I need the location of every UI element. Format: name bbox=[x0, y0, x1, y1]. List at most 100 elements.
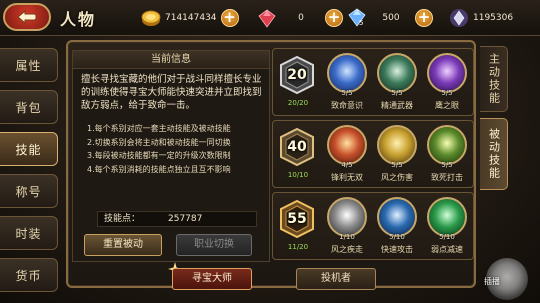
skill-tier-row: 40 10/10 4/5 锋利无双 5/5 风之伤害 5/5 致死打击 bbox=[272, 120, 474, 188]
tier-level: 55 bbox=[287, 211, 307, 227]
skill-name: 锋利无双 bbox=[331, 173, 363, 182]
skill-slot[interactable]: 5/5 精通武器 bbox=[373, 53, 421, 113]
skill-count: 5/10 bbox=[439, 233, 455, 241]
tier-level-wrap: 55 bbox=[277, 199, 317, 239]
blue-diamond-icon bbox=[348, 8, 366, 27]
sidebar-item-label: 货币 bbox=[15, 268, 42, 283]
skill-slot[interactable]: 5/10 弱点减速 bbox=[423, 197, 471, 257]
green-swirl-icon bbox=[427, 197, 467, 237]
gold-strike-icon bbox=[427, 125, 467, 165]
skill-slot[interactable]: 1/10 风之疾走 bbox=[323, 197, 371, 257]
top-bar: 人物 714147434 + 0 + 5 500 + 1195306 bbox=[0, 0, 540, 36]
diamond-badge: 5 bbox=[359, 19, 364, 27]
tier-progress: 11/20 bbox=[287, 243, 309, 251]
sidebar-item-attributes[interactable]: 属性 bbox=[0, 48, 58, 82]
wind-helmet-icon bbox=[377, 125, 417, 165]
gem-value: 0 bbox=[298, 13, 304, 23]
skill-name: 鹰之眼 bbox=[435, 101, 459, 110]
gem-resource: 0 + bbox=[256, 7, 343, 29]
sidebar-item-label: 背包 bbox=[15, 100, 42, 115]
skill-area: 20 20/20 5/5 致命意识 5/5 精通武器 5/5 鹰之眼 40 10… bbox=[268, 46, 478, 262]
add-diamond-button[interactable]: + bbox=[415, 9, 433, 27]
gold-resource: 714147434 + bbox=[140, 7, 239, 29]
skill-tier-row: 55 11/20 1/10 风之疾走 5/10 快速攻击 5/10 弱点减速 bbox=[272, 192, 474, 260]
silver-crystal-icon bbox=[450, 9, 468, 27]
tab-label: 主动技能 bbox=[487, 53, 501, 105]
sidebar-item-titles[interactable]: 称号 bbox=[0, 174, 58, 208]
skill-name: 快速攻击 bbox=[381, 245, 413, 254]
skill-name: 致死打击 bbox=[431, 173, 463, 182]
speculator-button[interactable]: 投机者 bbox=[296, 268, 376, 290]
page-title: 人物 bbox=[60, 10, 97, 29]
skill-name: 精通武器 bbox=[381, 101, 413, 110]
skill-count: 5/5 bbox=[391, 161, 403, 169]
skill-points-label: 技能点： bbox=[104, 214, 141, 224]
skill-slot[interactable]: 5/5 鹰之眼 bbox=[423, 53, 471, 113]
eye-orb-icon bbox=[427, 53, 467, 93]
tab-passive-skills[interactable]: 被动技能 bbox=[480, 118, 508, 190]
book-blade-icon bbox=[377, 197, 417, 237]
game-screen: 人物 714147434 + 0 + 5 500 + 1195306 属性 背包… bbox=[0, 0, 540, 303]
wing-icon bbox=[327, 197, 367, 237]
skill-slot[interactable]: 5/10 快速攻击 bbox=[373, 197, 421, 257]
skill-slot[interactable]: 5/5 致命意识 bbox=[323, 53, 371, 113]
tier-progress: 20/20 bbox=[287, 99, 309, 107]
reset-passive-button[interactable]: 重置被动 bbox=[84, 234, 162, 256]
skill-slot[interactable]: 4/5 锋利无双 bbox=[323, 125, 371, 185]
info-panel: 当前信息 擅长寻找宝藏的他们对于战斗同样擅长专业的训练使得寻宝大师能快速突进并立… bbox=[72, 50, 270, 262]
tab-active-skills[interactable]: 主动技能 bbox=[480, 46, 508, 112]
skill-count: 4/5 bbox=[341, 161, 353, 169]
skill-name: 弱点减速 bbox=[431, 245, 463, 254]
tier-level-wrap: 40 bbox=[277, 127, 317, 167]
floating-assistant-label: 插播 bbox=[484, 277, 500, 286]
tier-level-wrap: 20 bbox=[277, 55, 317, 95]
rule-item: 1.每个系别对应一套主动技能及被动技能 bbox=[87, 124, 231, 133]
sidebar-item-fashion[interactable]: 时装 bbox=[0, 216, 58, 250]
flame-sword-icon bbox=[327, 53, 367, 93]
skill-count: 5/5 bbox=[441, 161, 453, 169]
treasure-master-button[interactable]: 寻宝大师 bbox=[172, 268, 252, 290]
diamond-value: 500 bbox=[382, 13, 400, 23]
info-heading: 当前信息 bbox=[73, 51, 269, 69]
daggers-icon bbox=[377, 53, 417, 93]
tier-progress: 10/10 bbox=[287, 171, 309, 179]
fire-slash-icon bbox=[327, 125, 367, 165]
skill-points-value: 257787 bbox=[168, 214, 203, 224]
sidebar-item-label: 时装 bbox=[15, 226, 42, 241]
crystal-value: 1195306 bbox=[473, 13, 514, 23]
rule-item: 2.切换系别会将主动和被动技能一同切换 bbox=[87, 137, 231, 147]
skill-count: 5/5 bbox=[341, 89, 353, 97]
add-gem-button[interactable]: + bbox=[325, 9, 343, 27]
sidebar-item-currency[interactable]: 货币 bbox=[0, 258, 58, 292]
class-description: 擅长寻找宝藏的他们对于战斗同样擅长专业的训练使得寻宝大师能快速突进并立即找到敌方… bbox=[81, 74, 262, 111]
back-button[interactable] bbox=[3, 3, 51, 31]
skill-count: 5/10 bbox=[389, 233, 405, 241]
skill-slot[interactable]: 5/5 风之伤害 bbox=[373, 125, 421, 185]
tier-level: 20 bbox=[287, 67, 307, 83]
gold-coin-icon bbox=[141, 10, 161, 26]
skill-count: 1/10 bbox=[339, 233, 355, 241]
gold-value: 714147434 bbox=[165, 13, 217, 23]
sidebar-item-label: 属性 bbox=[15, 58, 42, 73]
tab-label: 被动技能 bbox=[487, 128, 501, 180]
crystal-resource: 1195306 bbox=[448, 7, 523, 29]
class-switch-button[interactable]: 职业切换 bbox=[176, 234, 252, 256]
sidebar-item-backpack[interactable]: 背包 bbox=[0, 90, 58, 124]
skill-name: 致命意识 bbox=[331, 101, 363, 110]
sidebar-item-label: 技能 bbox=[15, 142, 42, 157]
skill-points-field: 技能点： 257787 bbox=[97, 211, 257, 227]
rule-item: 3.每段被动技能都有一定的升级次数限制 bbox=[87, 151, 231, 160]
skill-name: 风之疾走 bbox=[331, 245, 363, 254]
skill-slot[interactable]: 5/5 致死打击 bbox=[423, 125, 471, 185]
red-gem-icon bbox=[258, 9, 276, 28]
skill-tier-row: 20 20/20 5/5 致命意识 5/5 精通武器 5/5 鹰之眼 bbox=[272, 48, 474, 116]
sidebar-item-skills[interactable]: 技能 bbox=[0, 132, 58, 166]
skill-name: 风之伤害 bbox=[381, 173, 413, 182]
add-gold-button[interactable]: + bbox=[220, 9, 239, 27]
skill-count: 5/5 bbox=[391, 89, 403, 97]
rules-list: 1.每个系别对应一套主动技能及被动技能 2.切换系别会将主动和被动技能一同切换 … bbox=[73, 122, 269, 176]
sidebar-item-label: 称号 bbox=[15, 184, 42, 199]
back-arrow-icon bbox=[17, 9, 37, 25]
skill-count: 5/5 bbox=[441, 89, 453, 97]
diamond-resource: 5 500 + bbox=[346, 7, 433, 29]
